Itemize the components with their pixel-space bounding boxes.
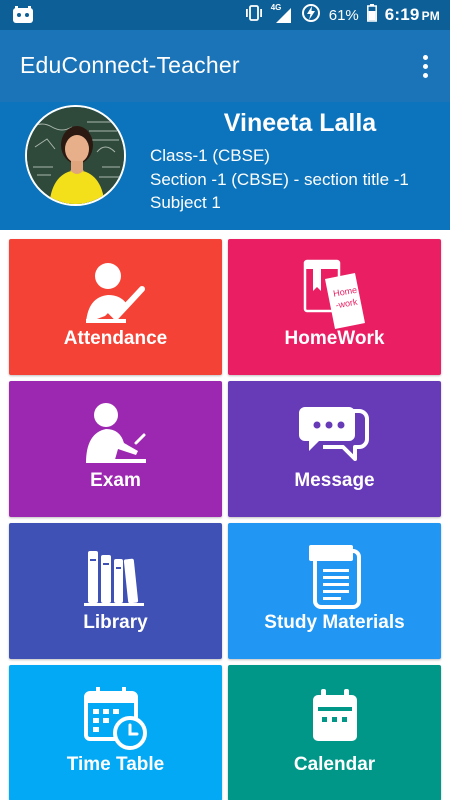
avatar[interactable] — [25, 105, 126, 206]
homework-icon: Home -work — [299, 257, 371, 329]
study-materials-icon — [299, 541, 371, 613]
status-bar: 4G 61% 6:19 PM — [0, 0, 450, 30]
clock-time: 6:19 — [384, 5, 420, 24]
tile-label: Exam — [90, 470, 141, 491]
vibrate-icon — [245, 4, 263, 26]
exam-icon — [80, 399, 152, 471]
tile-label: HomeWork — [284, 328, 385, 349]
attendance-icon — [80, 257, 152, 329]
app-notification-icon — [12, 6, 34, 29]
subject-info: Subject 1 — [150, 193, 221, 212]
class-info: Class-1 (CBSE) — [150, 146, 270, 165]
tile-exam[interactable]: Exam — [9, 381, 222, 517]
teacher-profile-header: Vineeta Lalla Class-1 (CBSE) Section -1 … — [0, 102, 450, 230]
more-vert-icon[interactable] — [414, 48, 436, 84]
tile-calendar[interactable]: Calendar — [228, 665, 441, 800]
library-icon — [80, 541, 152, 613]
tile-label: Attendance — [63, 328, 168, 349]
clock: 6:19 PM — [385, 5, 440, 25]
tile-attendance[interactable]: Attendance — [9, 239, 222, 375]
tile-time-table[interactable]: Time Table — [9, 665, 222, 800]
clock-ampm: PM — [421, 9, 440, 23]
teacher-name: Vineeta Lalla — [223, 109, 377, 137]
message-icon — [298, 399, 371, 471]
timetable-icon — [80, 683, 152, 755]
tile-label: Library — [83, 612, 148, 633]
battery-percent: 61% — [328, 6, 359, 24]
tile-label: Calendar — [293, 754, 376, 775]
data-saver-icon — [301, 3, 321, 27]
signal-icon: 4G — [271, 3, 293, 24]
tile-library[interactable]: Library — [9, 523, 222, 659]
calendar-icon — [299, 683, 371, 755]
tile-label: Message — [294, 470, 375, 491]
battery-icon — [366, 4, 377, 26]
tile-study-materials[interactable]: Study Materials — [228, 523, 441, 659]
tile-label: Time Table — [66, 754, 165, 775]
app-bar: EduConnect-Teacher — [0, 30, 450, 102]
tile-label: Study Materials — [264, 612, 405, 633]
app-title: EduConnect-Teacher — [20, 52, 240, 78]
section-info: Section -1 (CBSE) - section title -1 — [150, 170, 409, 189]
tile-homework[interactable]: Home -work HomeWork — [228, 239, 441, 375]
tile-message[interactable]: Message — [228, 381, 441, 517]
